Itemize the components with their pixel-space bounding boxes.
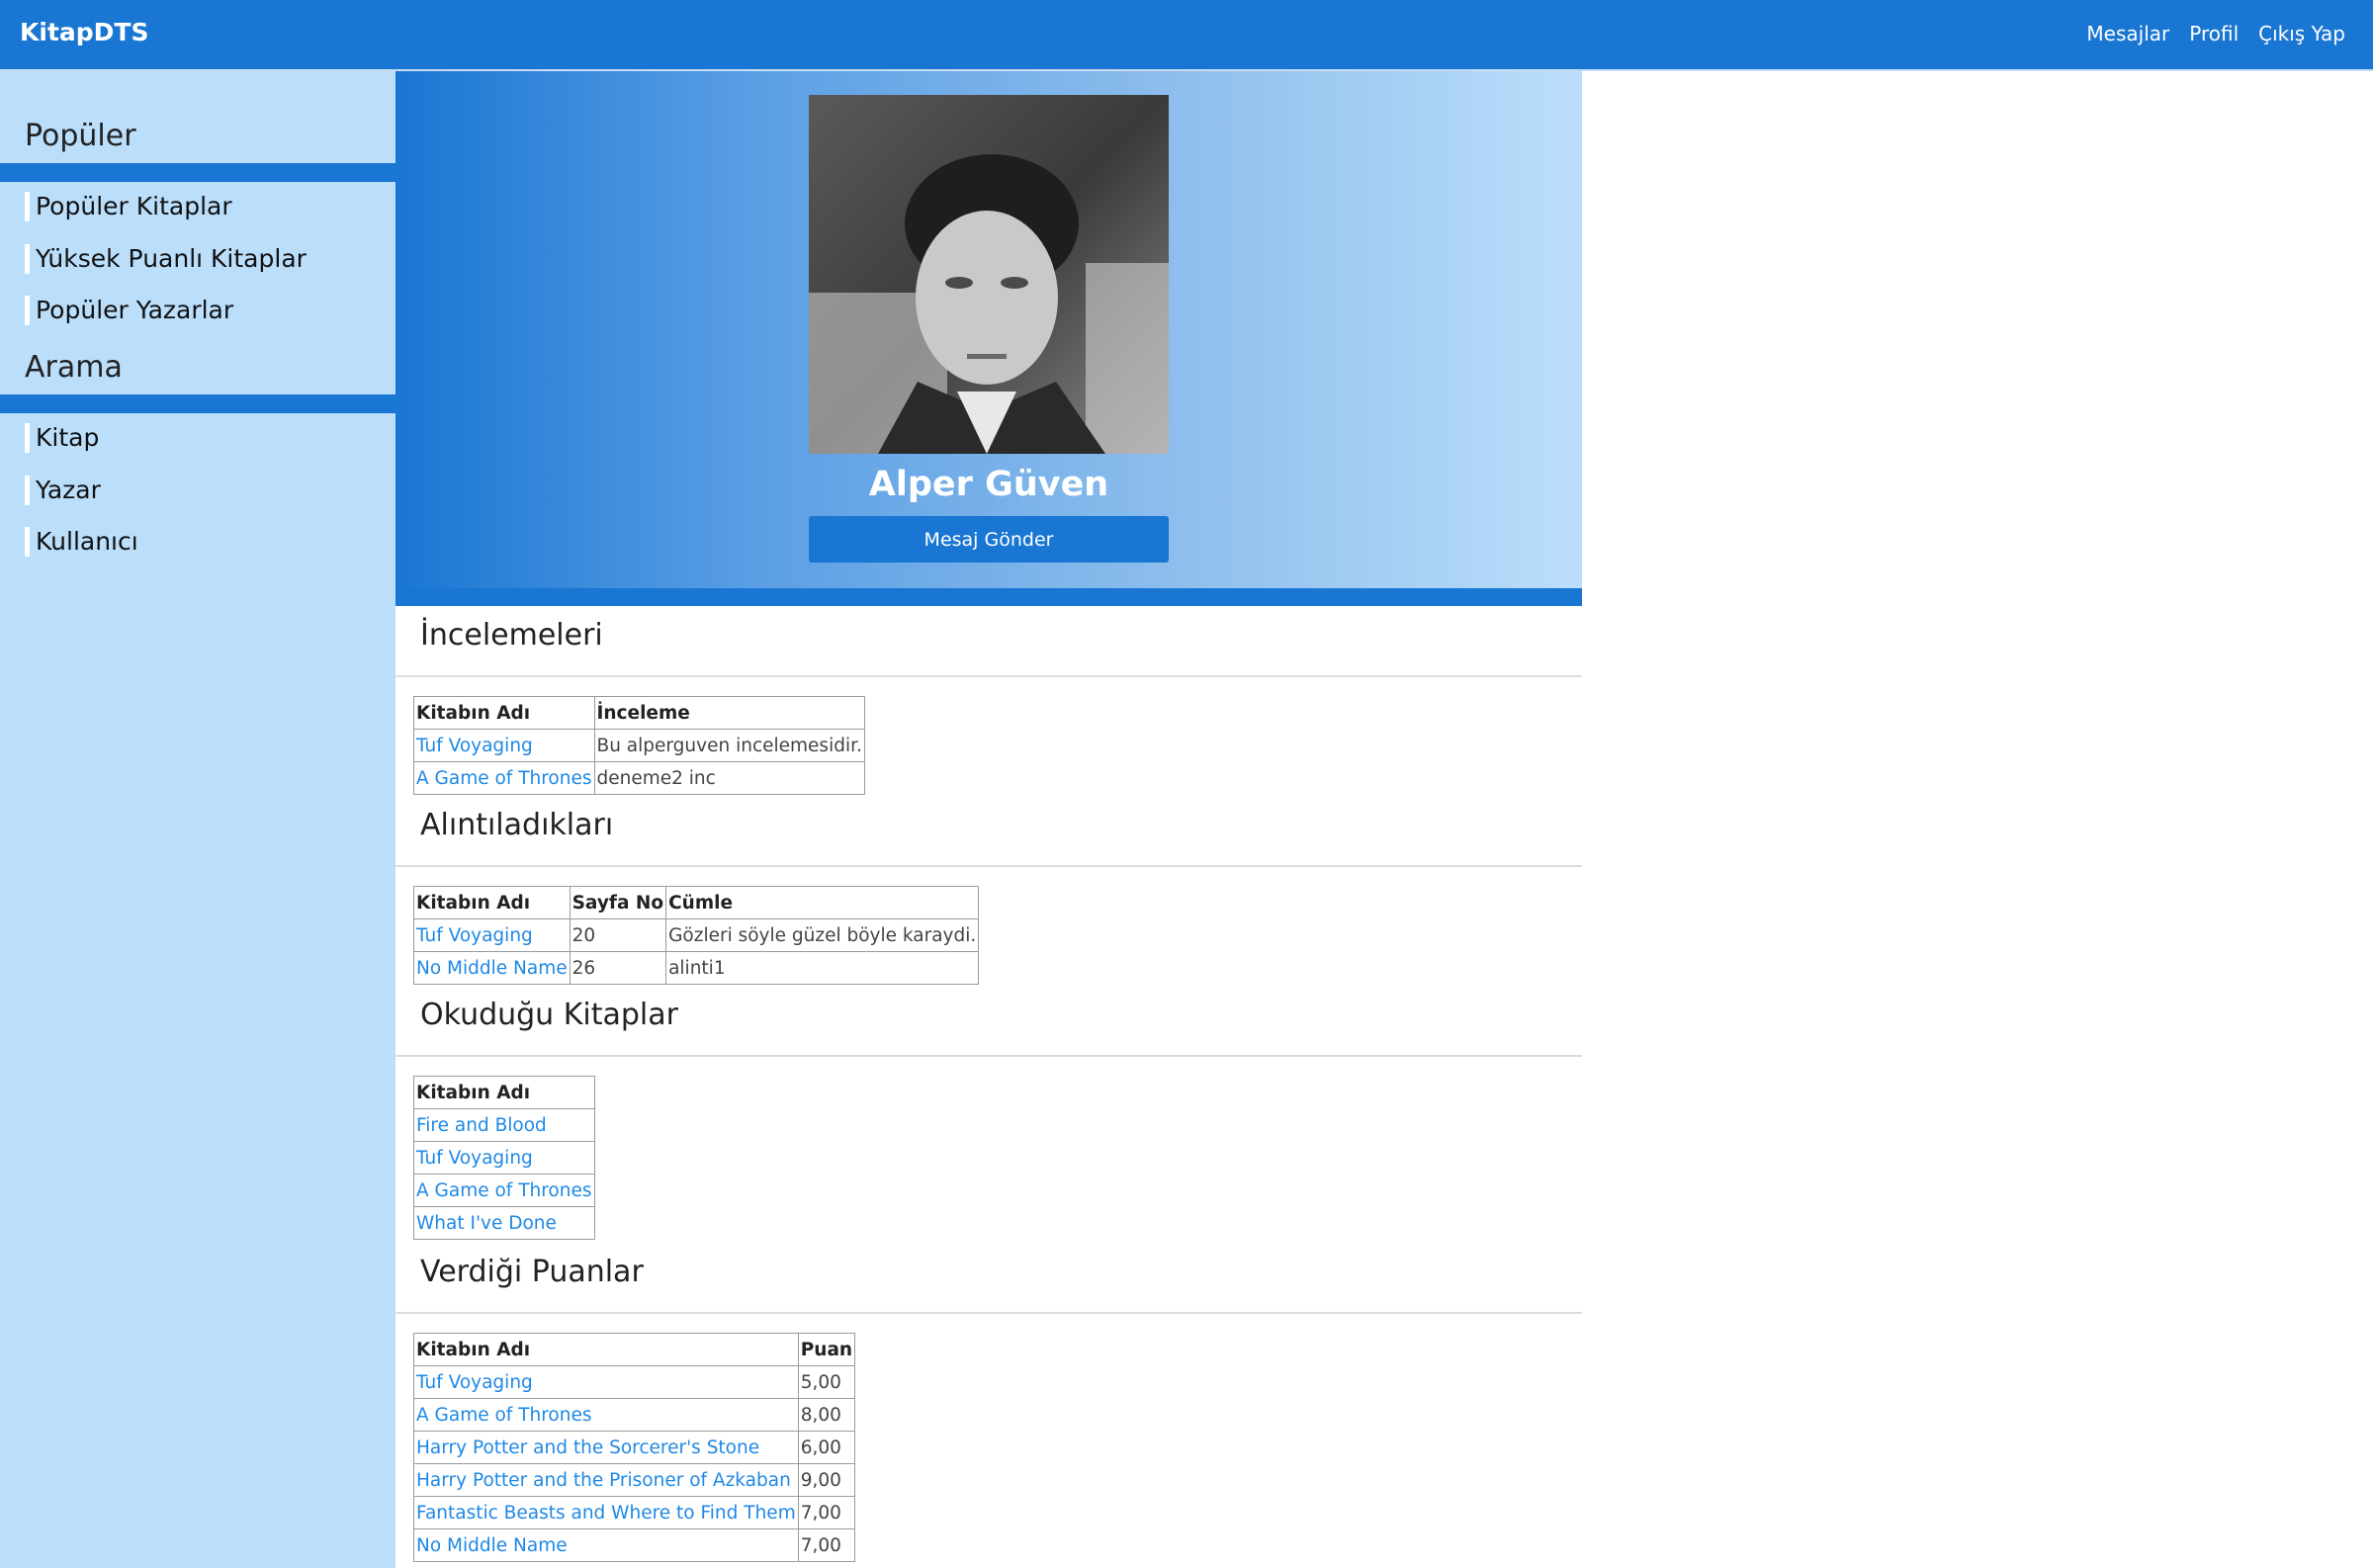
sidebar-heading-popular: Popüler — [25, 119, 136, 153]
score-cell: 8,00 — [797, 1398, 856, 1432]
top-navbar: KitapDTS Mesajlar Profil Çıkış Yap — [0, 0, 2373, 71]
section-title-ratings: Verdiği Puanlar — [420, 1255, 644, 1289]
table-row: Tuf Voyaging Bu alperguven incelemesidir… — [413, 729, 865, 762]
table-row: A Game of Thrones deneme2 inc — [413, 761, 865, 795]
book-link[interactable]: Tuf Voyaging — [416, 736, 533, 756]
book-cell: A Game of Thrones — [413, 1174, 595, 1207]
book-link[interactable]: Tuf Voyaging — [416, 925, 533, 946]
book-cell: A Game of Thrones — [413, 1398, 799, 1432]
column-header: Kitabın Adı — [413, 886, 571, 919]
book-link[interactable]: A Game of Thrones — [416, 1405, 592, 1426]
avatar — [809, 95, 1169, 454]
sidebar-divider — [0, 163, 396, 182]
book-cell: No Middle Name — [413, 951, 571, 985]
book-cell: Tuf Voyaging — [413, 918, 571, 952]
book-cell: Tuf Voyaging — [413, 1365, 799, 1399]
send-message-button[interactable]: Mesaj Gönder — [809, 516, 1169, 563]
profile-name: Alper Güven — [868, 465, 1109, 504]
table-row: A Game of Thrones 8,00 — [413, 1398, 856, 1432]
book-link[interactable]: What I've Done — [416, 1213, 557, 1234]
column-header: Cümle — [665, 886, 980, 919]
table-row: A Game of Thrones — [413, 1174, 595, 1207]
sidebar-heading-search: Arama — [25, 350, 123, 385]
ratings-table: Kitabın Adı Puan Tuf Voyaging 5,00 A Gam… — [413, 1333, 856, 1562]
book-cell: No Middle Name — [413, 1528, 799, 1562]
page-cell: 20 — [569, 918, 667, 952]
score-cell: 6,00 — [797, 1431, 856, 1464]
table-row: Tuf Voyaging — [413, 1141, 595, 1175]
book-cell: What I've Done — [413, 1206, 595, 1240]
table-header-row: Kitabın Adı Puan — [413, 1333, 856, 1366]
brand-link[interactable]: KitapDTS — [20, 18, 148, 46]
column-header: İnceleme — [593, 696, 865, 730]
section-title-quotes: Alıntıladıkları — [420, 808, 614, 842]
section-divider — [396, 1312, 1582, 1314]
column-header: Sayfa No — [569, 886, 667, 919]
book-cell: Tuf Voyaging — [413, 729, 595, 762]
sentence-cell: Gözleri söyle güzel böyle karaydi. — [665, 918, 980, 952]
table-row: Tuf Voyaging 20 Gözleri söyle güzel böyl… — [413, 918, 980, 952]
table-row: No Middle Name 7,00 — [413, 1528, 856, 1562]
section-divider — [396, 865, 1582, 867]
book-link[interactable]: Fire and Blood — [416, 1115, 547, 1136]
nav-links: Mesajlar Profil Çıkış Yap — [2086, 22, 2345, 45]
book-cell: Harry Potter and the Sorcerer's Stone — [413, 1431, 799, 1464]
table-row: Fire and Blood — [413, 1108, 595, 1142]
table-header-row: Kitabın Adı Sayfa No Cümle — [413, 886, 980, 919]
section-title-reviews: İncelemeleri — [420, 618, 603, 653]
score-cell: 7,00 — [797, 1496, 856, 1529]
section-title-read-books: Okuduğu Kitaplar — [420, 998, 678, 1032]
nav-profile[interactable]: Profil — [2189, 22, 2239, 45]
sidebar-divider — [0, 394, 396, 413]
book-cell: A Game of Thrones — [413, 761, 595, 795]
score-cell: 9,00 — [797, 1463, 856, 1497]
sidebar-item-top-rated-books[interactable]: Yüksek Puanlı Kitaplar — [25, 244, 307, 274]
score-cell: 5,00 — [797, 1365, 856, 1399]
read-books-table: Kitabın Adı Fire and Blood Tuf Voyaging … — [413, 1076, 595, 1240]
quotes-table: Kitabın Adı Sayfa No Cümle Tuf Voyaging … — [413, 886, 980, 985]
book-cell: Fire and Blood — [413, 1108, 595, 1142]
sentence-cell: alinti1 — [665, 951, 980, 985]
book-cell: Harry Potter and the Prisoner of Azkaban — [413, 1463, 799, 1497]
book-link[interactable]: Tuf Voyaging — [416, 1148, 533, 1169]
book-cell: Fantastic Beasts and Where to Find Them — [413, 1496, 799, 1529]
sidebar-item-popular-books[interactable]: Popüler Kitaplar — [25, 192, 232, 221]
column-header: Kitabın Adı — [413, 1076, 595, 1109]
table-header-row: Kitabın Adı İnceleme — [413, 696, 865, 730]
section-divider — [396, 1055, 1582, 1057]
book-link[interactable]: A Game of Thrones — [416, 768, 592, 789]
table-row: Harry Potter and the Sorcerer's Stone 6,… — [413, 1431, 856, 1464]
column-header: Kitabın Adı — [413, 696, 595, 730]
table-row: What I've Done — [413, 1206, 595, 1240]
book-link[interactable]: Harry Potter and the Sorcerer's Stone — [416, 1437, 759, 1458]
table-row: Fantastic Beasts and Where to Find Them … — [413, 1496, 856, 1529]
book-link[interactable]: Fantastic Beasts and Where to Find Them — [416, 1503, 796, 1524]
column-header: Puan — [797, 1333, 856, 1366]
table-row: Harry Potter and the Prisoner of Azkaban… — [413, 1463, 856, 1497]
column-header: Kitabın Adı — [413, 1333, 799, 1366]
review-cell: Bu alperguven incelemesidir. — [593, 729, 865, 762]
book-link[interactable]: Harry Potter and the Prisoner of Azkaban — [416, 1470, 791, 1491]
table-header-row: Kitabın Adı — [413, 1076, 595, 1109]
sidebar-item-book-search[interactable]: Kitap — [25, 423, 99, 453]
review-cell: deneme2 inc — [593, 761, 865, 795]
sidebar-item-author-search[interactable]: Yazar — [25, 476, 101, 505]
book-link[interactable]: A Game of Thrones — [416, 1180, 592, 1201]
nav-logout[interactable]: Çıkış Yap — [2258, 22, 2345, 45]
nav-messages[interactable]: Mesajlar — [2086, 22, 2169, 45]
sidebar-item-user-search[interactable]: Kullanıcı — [25, 527, 138, 557]
table-row: No Middle Name 26 alinti1 — [413, 951, 980, 985]
section-divider — [396, 675, 1582, 677]
table-row: Tuf Voyaging 5,00 — [413, 1365, 856, 1399]
book-link[interactable]: No Middle Name — [416, 958, 568, 979]
profile-header-divider — [396, 588, 1582, 606]
reviews-table: Kitabın Adı İnceleme Tuf Voyaging Bu alp… — [413, 696, 865, 795]
book-cell: Tuf Voyaging — [413, 1141, 595, 1175]
sidebar: Popüler Popüler Kitaplar Yüksek Puanlı K… — [0, 71, 396, 1568]
page-cell: 26 — [569, 951, 667, 985]
sidebar-item-popular-authors[interactable]: Popüler Yazarlar — [25, 296, 233, 325]
book-link[interactable]: No Middle Name — [416, 1535, 568, 1556]
book-link[interactable]: Tuf Voyaging — [416, 1372, 533, 1393]
score-cell: 7,00 — [797, 1528, 856, 1562]
